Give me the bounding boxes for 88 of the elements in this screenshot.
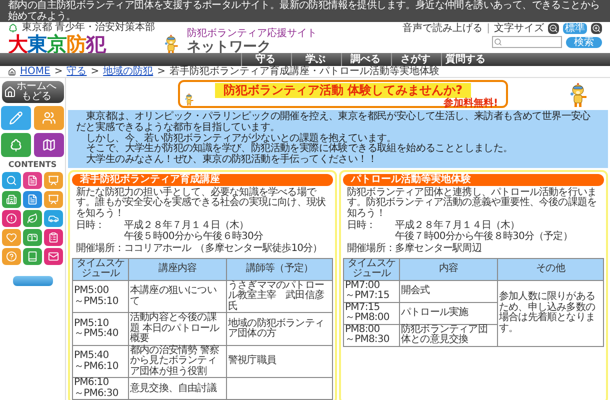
intro-paragraph: 東京都は、オリンピック・パラリンピックの開催を控え、東京を都民が安心して生活し、来訪者も含めて世界一安心だと実感できるような都市を目指しています。 [76,112,592,133]
detail-label: 開催場所： [76,244,124,255]
table-header-cell: タイムスケジュール [344,258,400,280]
contents-heading: CONTENTS [8,160,57,169]
table-cell: 都内の治安情勢 警察から見たボランティア団体が担う役割 [128,345,226,378]
separator: | [486,23,490,34]
table-cell: 本講座の狙いについて [128,280,226,313]
detail-value: 午後７時00分から午後８時30分（予定） [395,232,572,242]
read-aloud-link[interactable]: 音声で読み上げる [402,23,483,34]
site-logo[interactable]: 大東京防犯 [8,33,156,55]
breadcrumb-separator: > [90,66,100,77]
table-cell: 開会式 [400,280,498,302]
intro-paragraph: しかし、今、若い防犯ボランティアが少ないとの課題を抱えています。 [85,134,396,144]
search-icon [494,38,502,46]
document-icon[interactable] [23,191,42,208]
home-icon [8,68,16,76]
leaf-icon[interactable] [23,210,42,227]
twitter-banner-drawing[interactable] [12,276,52,286]
event-title: 若手防犯ボランティア育成講座 [72,174,333,186]
detail-label: 日時： [347,221,377,234]
house-icon [4,86,16,98]
event-description: 防犯ボランティア団体と連携し、パトロール活動を行います。防犯ボランティア活動の意義や重要性、今後の課題を知ろう！ [346,188,598,220]
detail-value: 平成２８年７月１４日（木） [395,221,520,232]
nav-item[interactable]: 調べる [341,53,389,66]
table-cell: 地域の防犯ボランティア団体の方 [226,312,332,346]
exclamation-icon[interactable] [2,210,21,227]
table-cell: 防犯ボランティア団体との意見交換 [400,324,498,346]
pencil-tile-icon[interactable] [1,106,31,130]
people-tile-icon[interactable] [34,106,64,130]
banner-title: 防犯ボランティア活動 体験してみませんか? [215,83,471,98]
table-header-cell: 内容 [400,258,498,280]
detail-label: 開催場所： [347,244,395,255]
table-cell: PM7:15 ～PM8:00 [344,302,400,324]
breadcrumb-separator: > [157,66,166,77]
book-icon[interactable] [23,248,42,265]
intro-paragraph: 大学生のみなさん！ぜひ、東京の防犯活動を手伝ってください！！ [85,155,378,166]
table-cell: PM7:00 ～PM7:15 [344,280,400,302]
detail-value: 午後５時00分から午後６時30分 [124,232,264,242]
table-cell: 意見交換、自由討議 [128,378,226,400]
event-title: パトロール活動等実地体験 [343,174,604,186]
map-tile-icon[interactable] [34,133,64,157]
table-cell: 警視庁職員 [226,345,332,378]
detail-label: 日時： [76,221,106,234]
table-header-cell: タイムスケジュール [72,258,128,280]
table-cell: PM5:40 ～PM6:10 [72,345,128,378]
nav-item[interactable]: 守る [241,53,289,66]
table-cell: PM5:00 ～PM5:10 [72,280,128,313]
building-icon[interactable] [2,191,21,208]
intro-paragraph: そこで、大学生が防犯の知識を学び、防犯活動を実際に体験できる取組を始めることとしました。 [85,144,514,154]
mascot-drawing [568,82,588,108]
mail-icon[interactable] [44,248,63,265]
breadcrumb-link[interactable]: 地域の防犯 [103,66,154,77]
table-cell: 活動内容と今後の課題 本日のパトロール概要 [128,312,226,346]
quiz-icon[interactable] [2,248,21,265]
nav-item[interactable]: 学ぶ [291,53,339,66]
detail-value: 多摩センター駅周辺 [395,244,482,255]
logo-network-text: ネットワーク [187,39,272,55]
mascot-drawing [163,34,180,55]
agency-name: 東京都 青少年・治安対策本部 [22,22,156,33]
text-size-large-button[interactable] [591,23,602,34]
text-size-small-button[interactable] [548,23,559,34]
table-cell: PM8:00 ～PM8:30 [344,324,400,346]
detail-value: ココリアホール [124,244,192,255]
table-cell: PM6:10 ～PM6:30 [72,378,128,400]
search-field[interactable] [492,36,562,48]
table-cell: 参加人数に限りがあるため、申し込み多数の場合は先着順となります。 [498,280,604,346]
home-button[interactable]: ホームへ もどる [2,81,64,103]
nav-item[interactable]: 質問する [441,53,489,66]
nav-item[interactable]: さがす [391,53,439,66]
police-car-icon[interactable] [44,210,63,227]
detail-value: 平成２８年７月１４日（木） [124,221,249,232]
event-description: 新たな防犯力の担い手として、必要な知識を学べる場です。誰もが安全安心を実感できる社会の実現に向け、現状を知ろう！ [75,188,327,220]
table-header-cell: その他 [498,258,604,280]
magnifier-icon[interactable] [2,172,21,189]
breadcrumb-current: 若手防犯ボランティア育成講座・パトロール活動等実地体験 [170,66,440,77]
table-header-cell: 講師等（予定） [226,258,332,280]
breadcrumb-separator: > [54,66,63,77]
logo-subtitle: 防犯ボランティア応援サイト [187,28,318,39]
detail-value: （多摩センター駅徒歩10分） [195,244,322,255]
news-icon[interactable] [23,172,42,189]
breadcrumb-link[interactable]: HOME [20,66,50,77]
table-cell: PM5:10 ～PM5:40 [72,312,128,346]
table-header-cell: 講座内容 [128,258,226,280]
text-size-label: 文字サイズ [494,23,544,34]
clipboard-icon[interactable] [44,229,63,246]
breadcrumb-link[interactable]: 守る [66,66,87,77]
teacher-icon[interactable] [44,191,63,208]
table-cell: うさぎママのパトロール教室主宰 武田信彦氏 [226,280,332,313]
